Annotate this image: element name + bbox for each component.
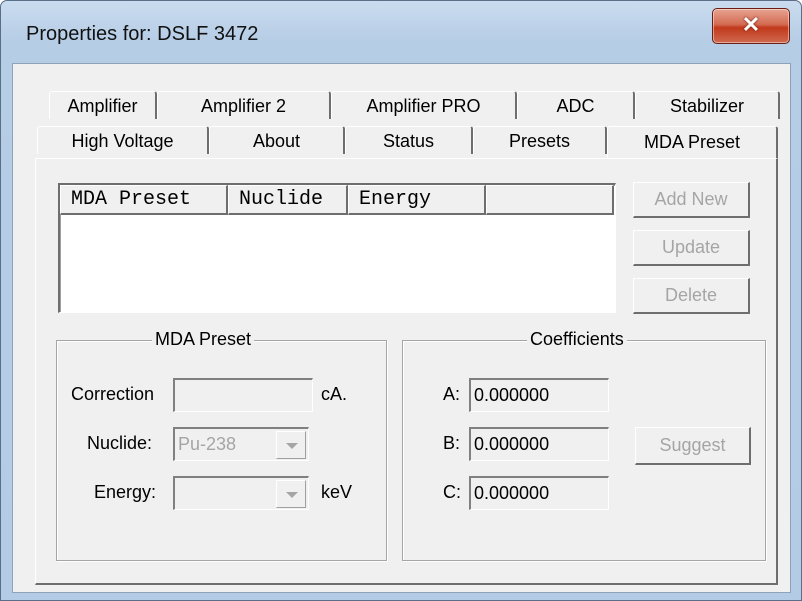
tab-about[interactable]: About [209,126,345,154]
tab-status[interactable]: Status [345,126,473,154]
dialog-client-area: Amplifier Amplifier 2 Amplifier PRO ADC … [12,63,791,593]
tab-high-voltage[interactable]: High Voltage [37,126,209,154]
nuclide-selected-value: Pu-238 [178,434,237,454]
correction-unit: cA. [321,384,348,404]
correction-label: Correction [71,384,155,404]
tab-amplifier-pro[interactable]: Amplifier PRO [331,91,517,119]
tab-presets[interactable]: Presets [473,126,607,154]
mda-preset-list[interactable]: MDA Preset Nuclide Energy [58,183,616,313]
coefficient-c-input[interactable]: 0.000000 [469,476,609,510]
update-button[interactable]: Update [633,230,750,266]
mda-preset-group: MDA Preset Correction cA. Nuclide: Pu-23… [56,329,387,561]
coefficient-b-input[interactable]: 0.000000 [469,427,609,461]
tab-amplifier-2[interactable]: Amplifier 2 [157,91,331,119]
window-title: Properties for: DSLF 3472 [26,23,259,45]
energy-unit: keV [321,482,353,502]
coefficients-group: Coefficients A: 0.000000 B: 0.000000 C: … [402,329,766,561]
close-icon: ✕ [741,12,761,37]
tab-amplifier[interactable]: Amplifier [49,91,157,119]
add-new-button[interactable]: Add New [633,182,750,218]
coefficient-c-label: C: [443,482,461,502]
column-header-nuclide[interactable]: Nuclide [228,185,348,215]
chevron-down-icon[interactable] [276,431,306,459]
tab-stabilizer[interactable]: Stabilizer [635,91,780,119]
properties-window: Properties for: DSLF 3472 ✕ Amplifier Am… [0,0,802,601]
tab-adc[interactable]: ADC [517,91,635,119]
energy-combobox[interactable] [173,476,309,510]
mda-preset-panel: MDA Preset Nuclide Energy Add New Update… [35,158,778,585]
suggest-button[interactable]: Suggest [635,427,751,465]
column-header-energy[interactable]: Energy [348,185,486,215]
coefficient-a-label: A: [443,384,461,404]
column-header-mda-preset[interactable]: MDA Preset [60,185,228,215]
tab-mda-preset[interactable]: MDA Preset [607,126,778,158]
mda-preset-group-title: MDA Preset [152,329,255,350]
column-header-blank[interactable] [486,185,614,215]
correction-input[interactable] [173,378,313,412]
coefficient-b-label: B: [443,433,461,453]
coefficient-a-input[interactable]: 0.000000 [469,378,609,412]
energy-label: Energy: [94,482,157,502]
nuclide-combobox[interactable]: Pu-238 [173,427,309,461]
nuclide-label: Nuclide: [87,433,153,453]
delete-button[interactable]: Delete [633,278,750,314]
chevron-down-icon[interactable] [276,480,306,508]
window-close-button[interactable]: ✕ [712,8,790,44]
title-bar[interactable]: Properties for: DSLF 3472 ✕ [1,1,801,63]
coefficients-group-title: Coefficients [527,329,627,350]
